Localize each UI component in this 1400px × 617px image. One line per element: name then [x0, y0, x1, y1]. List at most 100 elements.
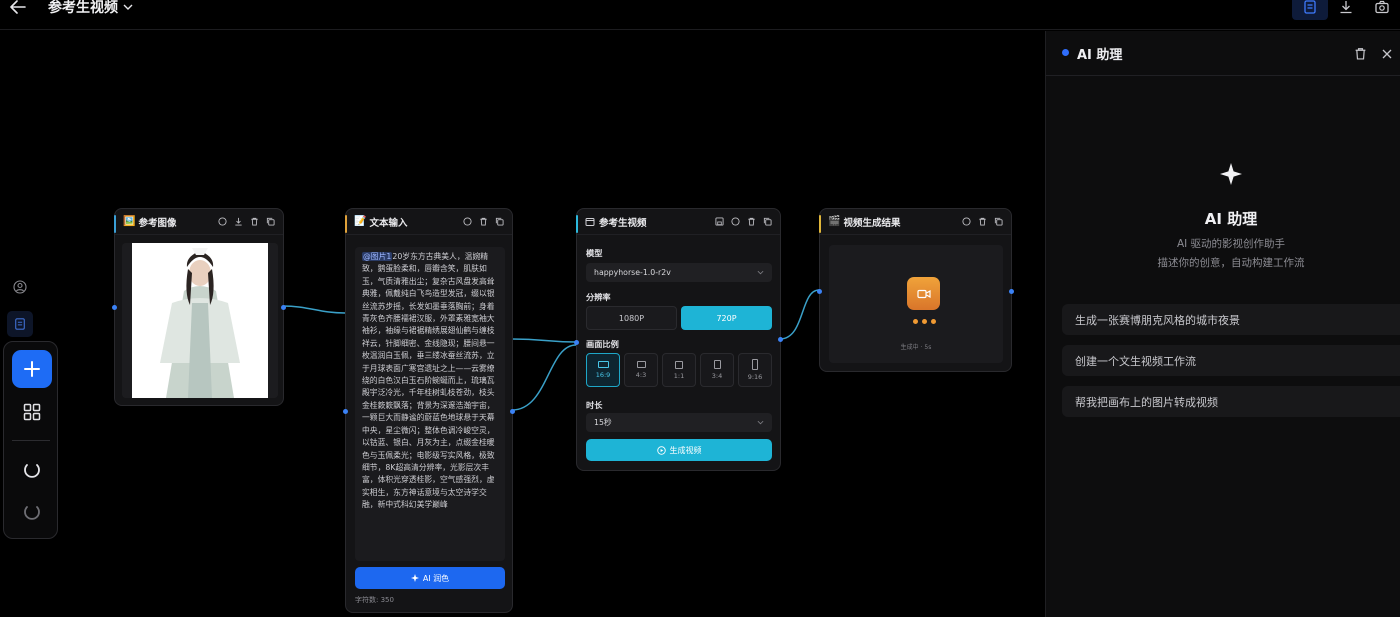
assistant-subtitle: AI 驱动的影视创作助手 [1176, 238, 1286, 250]
ai-assistant-panel: AI 助理 AI 助理 AI 驱动的影视创作助手 描述你的创意，自动构建工作流 … [1045, 31, 1400, 617]
grid-button[interactable] [18, 398, 46, 426]
suggestion-item[interactable]: 创建一个文生视频工作流 [1062, 345, 1400, 376]
back-button[interactable] [8, 0, 28, 14]
generate-video-button[interactable]: 生成视频 [586, 439, 772, 461]
image-emoji-icon: 🖼️ [123, 216, 136, 227]
document-icon [15, 318, 25, 330]
project-title-dropdown[interactable]: 参考生视频 [48, 0, 133, 17]
comment-icon[interactable] [217, 217, 227, 227]
copy-icon[interactable] [265, 217, 275, 227]
screenshot-button[interactable] [1364, 0, 1400, 20]
suggestion-item[interactable]: 生成一张赛博朋克风格的城市夜景 [1062, 304, 1400, 335]
comment-icon[interactable] [730, 217, 740, 227]
node-accent-bar [819, 215, 821, 233]
suggestion-item[interactable]: 帮我把画布上的图片转成视频 [1062, 386, 1400, 417]
add-node-button[interactable] [12, 350, 52, 388]
save-icon[interactable] [714, 217, 724, 227]
resolution-1080p-button[interactable]: 1080P [586, 306, 677, 330]
undo-icon [24, 464, 40, 478]
node-video-result[interactable]: 🎬 视频生成结果 生成中 · 5s [817, 208, 1014, 372]
node-text-input[interactable]: 📝 文本输入 @图片120岁东方古典美人，温婉精致，鹅蛋脸柔和，唇瓣含笑，肌肤如… [343, 208, 515, 613]
clear-chat-button[interactable] [1354, 45, 1367, 64]
wire-text-to-video-ref [511, 344, 577, 411]
panel-title: AI 助理 [1077, 48, 1123, 63]
input-port[interactable] [343, 409, 348, 414]
close-panel-button[interactable] [1381, 45, 1393, 64]
output-port[interactable] [281, 305, 286, 310]
document-button[interactable] [1292, 0, 1328, 20]
comment-icon[interactable] [462, 217, 472, 227]
node-title: 文本输入 [369, 217, 408, 229]
reference-image-preview[interactable] [122, 243, 278, 398]
node-title: 视频生成结果 [843, 217, 901, 229]
input-port[interactable] [574, 340, 579, 345]
video-result-preview: 生成中 · 5s [829, 245, 1003, 363]
trash-icon[interactable] [746, 217, 756, 227]
ratio-label: 3:4 [711, 372, 723, 380]
node-title: 参考图像 [138, 217, 177, 229]
trash-icon[interactable] [478, 217, 488, 227]
duration-select[interactable]: 15秒 [586, 413, 772, 432]
ratio-1-1-button[interactable]: 1:1 [662, 353, 696, 387]
ratio-shape-icon [597, 361, 609, 368]
trash-icon[interactable] [977, 217, 987, 227]
ratio-shape-icon [752, 359, 758, 370]
download-button[interactable] [1328, 0, 1364, 20]
model-label: 模型 [586, 248, 603, 258]
node-title: 参考生视频 [599, 217, 647, 229]
panel-header: AI 助理 [1046, 31, 1400, 76]
loading-dots [913, 319, 936, 324]
ratio-9-16-button[interactable]: 9:16 [738, 353, 772, 387]
wire-image-to-text [281, 305, 346, 314]
chevron-down-icon [123, 4, 133, 10]
undo-button[interactable] [18, 456, 46, 484]
download-icon[interactable] [233, 217, 243, 227]
model-select[interactable]: happyhorse-1.0-r2v [586, 263, 772, 282]
chevron-down-icon [757, 420, 764, 425]
aspect-ratio-label: 画面比例 [586, 339, 619, 349]
node-reference-image[interactable]: 🖼️ 参考图像 [112, 208, 286, 406]
ratio-4-3-button[interactable]: 4:3 [624, 353, 658, 387]
ai-polish-button[interactable]: AI 润色 [355, 567, 505, 589]
workflow-canvas[interactable]: 🖼️ 参考图像 📝 文本输入 @图片120岁东方古典美人，温婉精致，鹅蛋脸柔和，… [0, 31, 1045, 617]
input-port[interactable] [112, 305, 117, 310]
status-dot [1062, 49, 1069, 56]
prompt-textarea[interactable]: @图片120岁东方古典美人，温婉精致，鹅蛋脸柔和，唇瓣含笑，肌肤如玉，气质清雅出… [355, 247, 505, 561]
close-icon [1382, 49, 1392, 59]
prompt-text: 20岁东方古典美人，温婉精致，鹅蛋脸柔和，唇瓣含笑，肌肤如玉，气质清雅出尘；复杂… [362, 252, 495, 510]
canvas-toolbar [3, 341, 58, 539]
video-settings-icon [585, 217, 595, 226]
user-button[interactable] [10, 277, 30, 297]
input-port[interactable] [817, 289, 822, 294]
assistant-description: 描述你的创意，自动构建工作流 [1157, 257, 1305, 269]
comment-icon[interactable] [961, 217, 971, 227]
camera-icon [1375, 0, 1389, 14]
output-port[interactable] [510, 409, 515, 414]
ratio-16-9-button[interactable]: 16:9 [586, 353, 620, 387]
node-reference-video[interactable]: 参考生视频 模型 happyhorse-1.0-r2v 分辨率 1080P 72… [574, 208, 783, 471]
output-port[interactable] [778, 337, 783, 342]
duration-value: 15秒 [594, 418, 612, 427]
copy-icon[interactable] [494, 217, 504, 227]
trash-icon[interactable] [249, 217, 259, 227]
copy-icon[interactable] [993, 217, 1003, 227]
document-panel-button[interactable] [7, 311, 33, 337]
output-port[interactable] [1009, 289, 1014, 294]
image-mention-tag[interactable]: @图片1 [362, 252, 393, 261]
ratio-label: 9:16 [747, 373, 763, 381]
ratio-shape-icon [675, 360, 683, 369]
node-accent-bar [576, 215, 578, 233]
ratio-shape-icon [713, 360, 721, 369]
resolution-720p-button[interactable]: 720P [681, 306, 772, 330]
page-title: 参考生视频 [48, 0, 118, 16]
assistant-title: AI 助理 [1204, 210, 1258, 228]
arrow-left-icon [10, 0, 26, 14]
resolution-label: 分辨率 [586, 292, 611, 302]
redo-button[interactable] [18, 498, 46, 526]
ratio-3-4-button[interactable]: 3:4 [700, 353, 734, 387]
grid-icon [23, 403, 41, 421]
user-icon [13, 280, 27, 294]
generate-video-label: 生成视频 [669, 445, 702, 455]
video-generating-badge [907, 277, 940, 310]
copy-icon[interactable] [762, 217, 772, 227]
